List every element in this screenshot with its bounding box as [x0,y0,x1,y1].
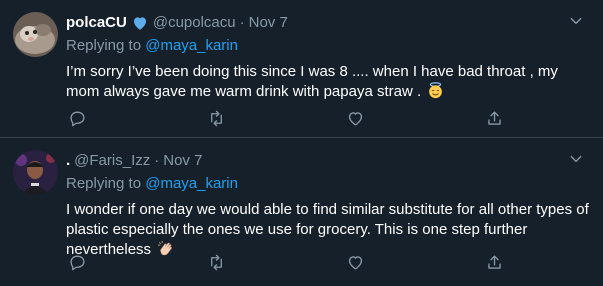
retweet-button[interactable] [205,110,227,132]
separator: · [239,14,245,31]
tweet-header: . @Faris_Izz · Nov 7 [66,150,589,171]
tweet-actions [66,254,506,276]
replying-to: Replying to @maya_karin [66,36,589,56]
chevron-down-icon[interactable] [567,12,585,30]
avatar[interactable] [13,150,58,195]
reply-icon [68,109,87,133]
retweet-button[interactable] [205,254,227,276]
halo-smile-emoji-icon [427,82,444,99]
avatar[interactable] [13,12,58,57]
reply-icon [68,253,87,277]
like-button[interactable] [345,254,367,276]
replying-to-label: Replying to [66,37,142,54]
tweet-content: . @Faris_Izz · Nov 7 Replying to @maya_k… [66,150,589,271]
reply-button[interactable] [66,110,88,132]
author-handle[interactable]: @cupolcacu [153,14,236,31]
like-icon [346,253,365,277]
tweet-text: I’m sorry I’ve been doing this since I w… [66,62,589,102]
reply-button[interactable] [66,254,88,276]
like-icon [346,109,365,133]
tweet[interactable]: . @Faris_Izz · Nov 7 Replying to @maya_k… [0,138,603,286]
tweet-content: polcaCU @cupolcacu · Nov 7 Replying to @… [66,12,589,127]
replying-to-label: Replying to [66,175,142,192]
blue-heart-icon [131,14,149,32]
share-icon [485,109,504,133]
tweet-actions [66,110,506,132]
share-button[interactable] [484,110,506,132]
tweet-header: polcaCU @cupolcacu · Nov 7 [66,12,589,33]
author-name[interactable]: polcaCU [66,14,127,31]
retweet-icon [207,109,226,133]
tweet-date[interactable]: Nov 7 [249,14,288,31]
tweet-text-content: I wonder if one day we would able to fin… [66,201,589,258]
author-handle[interactable]: @Faris_Izz [74,152,150,169]
mention-link[interactable]: @maya_karin [145,37,238,54]
like-button[interactable] [345,110,367,132]
tweet-date[interactable]: Nov 7 [163,152,202,169]
replying-to: Replying to @maya_karin [66,174,589,194]
retweet-icon [207,253,226,277]
mention-link[interactable]: @maya_karin [145,175,238,192]
author-name[interactable]: . [66,152,70,169]
tweet-text: I wonder if one day we would able to fin… [66,200,589,260]
share-icon [485,253,504,277]
share-button[interactable] [484,254,506,276]
tweet-text-content: I’m sorry I’ve been doing this since I w… [66,63,558,100]
tweet[interactable]: polcaCU @cupolcacu · Nov 7 Replying to @… [0,0,603,138]
chevron-down-icon[interactable] [567,150,585,168]
separator: · [154,152,160,169]
